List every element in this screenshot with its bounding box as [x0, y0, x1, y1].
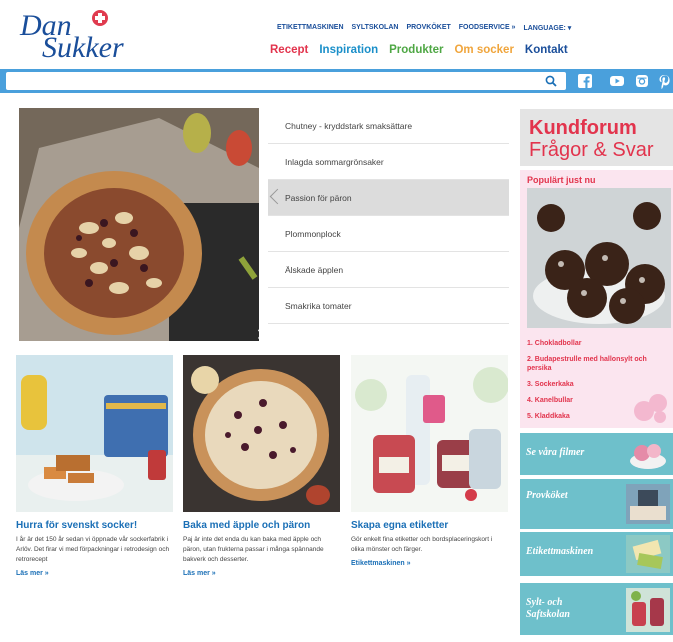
main-nav: Recept Inspiration Produkter Om socker K…	[270, 44, 568, 56]
card-image-retro-baking[interactable]	[16, 355, 173, 512]
card-apple-pear: Baka med äpple och päron Paj är inte det…	[183, 355, 343, 577]
popular-title: Populärt just nu	[527, 175, 596, 185]
dansukker-logo[interactable]: Dan Sukker	[16, 10, 126, 64]
hero-item-plommonplock[interactable]: Plommonplock	[268, 216, 509, 252]
read-more-link[interactable]: Läs mer »	[16, 570, 176, 577]
header: Dan Sukker ETIKETTMASKINEN SYLTSKOLAN PR…	[0, 0, 673, 68]
chevron-right-icon[interactable]: ›	[257, 320, 259, 341]
card-etiketter: Skapa egna etiketter Gör enkelt fina eti…	[351, 355, 511, 567]
card-text: I år är det 150 år sedan vi öppnade vår …	[16, 536, 170, 563]
tile-etikettmaskinen[interactable]: Etikettmaskinen	[520, 532, 673, 576]
tile-image-labels	[626, 535, 670, 573]
hero-image-pear-galette[interactable]: ›	[19, 108, 259, 341]
card-image-tart[interactable]	[183, 355, 340, 512]
etikettmaskinen-link[interactable]: Etikettmaskinen »	[351, 560, 511, 567]
tile-sylt-och-saftskolan[interactable]: Sylt- och Saftskolan	[520, 583, 673, 635]
popular-image-chokladbollar[interactable]	[527, 188, 671, 328]
tile-se-vara-filmer[interactable]: Se våra filmer	[520, 433, 673, 475]
card-text: Paj är inte det enda du kan baka med äpp…	[183, 536, 324, 563]
tile-label: Sylt- och Saftskolan	[526, 597, 570, 620]
youtube-icon[interactable]	[609, 73, 625, 89]
kundforum-title: Kundforum	[529, 117, 637, 139]
popular-item-budapestrulle[interactable]: 2. Budapestrulle med hallonsylt och pers…	[527, 355, 669, 373]
topnav-provkoket[interactable]: PROVKÖKET	[406, 24, 450, 32]
kundforum-subtitle: Frågor & Svar	[529, 139, 654, 161]
popular-item-chokladbollar[interactable]: 1. Chokladbollar	[527, 339, 669, 348]
mainnav-recept[interactable]: Recept	[270, 44, 308, 56]
topnav-etikettmaskinen[interactable]: ETIKETTMASKINEN	[277, 24, 344, 32]
hero-item-tomater[interactable]: Smakrika tomater	[268, 288, 509, 324]
search-bar	[0, 69, 673, 93]
card-title[interactable]: Hurra för svenskt socker!	[16, 520, 176, 531]
card-text: Gör enkelt fina etiketter och bordsplace…	[351, 536, 493, 553]
card-title[interactable]: Baka med äpple och päron	[183, 520, 343, 531]
hero-item-chutney[interactable]: Chutney - kryddstark smaksättare	[268, 108, 509, 144]
mainnav-om-socker[interactable]: Om socker	[454, 44, 513, 56]
topnav-foodservice[interactable]: FOODSERVICE »	[459, 24, 516, 32]
cross-badge-icon	[92, 10, 108, 26]
mainnav-inspiration[interactable]: Inspiration	[319, 44, 378, 56]
tile-image-kitchen	[626, 484, 670, 524]
tile-label: Provköket	[526, 490, 568, 501]
instagram-icon[interactable]	[634, 73, 650, 89]
top-nav: ETIKETTMASKINEN SYLTSKOLAN PROVKÖKET FOO…	[277, 24, 571, 32]
tile-image-jam-jars	[626, 588, 670, 632]
facebook-icon[interactable]	[577, 73, 593, 89]
hero-item-paron[interactable]: Passion för päron	[268, 180, 509, 216]
mainnav-kontakt[interactable]: Kontakt	[525, 44, 568, 56]
kundforum-banner[interactable]: Kundforum Frågor & Svar	[520, 109, 673, 166]
hero-item-inlagda[interactable]: Inlagda sommargrönsaker	[268, 144, 509, 180]
search-input[interactable]	[6, 72, 566, 90]
berries-icon	[634, 394, 667, 423]
hero-topic-list: Chutney - kryddstark smaksättare Inlagda…	[268, 108, 509, 324]
topnav-language[interactable]: LANGUAGE: ▾	[523, 24, 571, 32]
topnav-syltskolan[interactable]: SYLTSKOLAN	[352, 24, 399, 32]
popular-now-box: Populärt just nu 1. Chokladbollar 2. Bud…	[520, 170, 673, 428]
pinterest-icon[interactable]	[656, 73, 672, 90]
card-svenskt-socker: Hurra för svenskt socker! I år är det 15…	[16, 355, 176, 577]
card-title[interactable]: Skapa egna etiketter	[351, 520, 511, 531]
search-icon[interactable]	[545, 75, 557, 87]
card-image-jars[interactable]	[351, 355, 508, 512]
tile-label: Etikettmaskinen	[526, 546, 594, 557]
mainnav-produkter[interactable]: Produkter	[389, 44, 443, 56]
hero-item-applen[interactable]: Älskade äpplen	[268, 252, 509, 288]
read-more-link[interactable]: Läs mer »	[183, 570, 343, 577]
tile-label: Se våra filmer	[526, 447, 585, 458]
tile-image-dessert	[626, 437, 670, 471]
logo-text-sukker: Sukker	[42, 31, 124, 64]
tile-provkoket[interactable]: Provköket	[520, 479, 673, 529]
